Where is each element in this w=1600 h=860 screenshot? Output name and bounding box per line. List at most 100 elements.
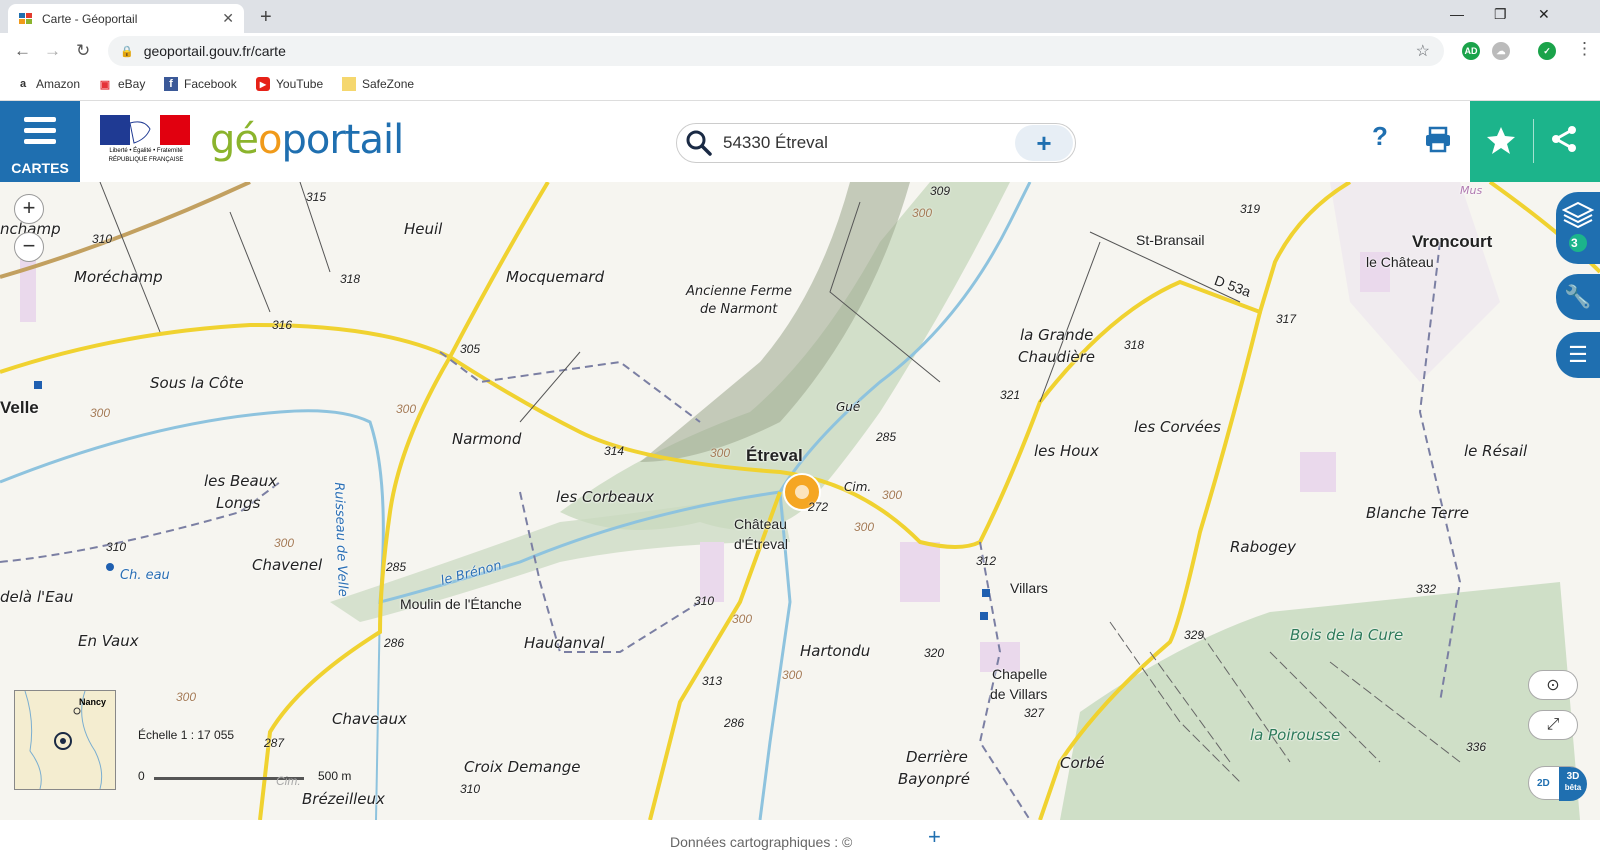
altitude-label: 314	[604, 444, 625, 458]
bookmark-ebay[interactable]: ▣ eBay	[98, 77, 146, 91]
star-icon[interactable]	[1486, 125, 1516, 155]
contour-label: 300	[274, 536, 295, 550]
attribution-expand-button[interactable]: +	[928, 824, 941, 850]
map-label: Longs	[216, 494, 261, 512]
tab-title: Carte - Géoportail	[42, 11, 138, 26]
map-label: Cim.	[844, 480, 872, 494]
2d-3d-toggle[interactable]: 2D 3D bêta	[1528, 766, 1587, 801]
search-add-button[interactable]: +	[1015, 125, 1073, 161]
map-label: Derrière	[906, 748, 968, 766]
zoom-in-button[interactable]: +	[14, 194, 44, 224]
reload-icon[interactable]: ↻	[76, 41, 90, 61]
bookmark-amazon[interactable]: a Amazon	[16, 77, 80, 91]
tab-close-icon[interactable]: ✕	[222, 10, 234, 27]
address-bar[interactable]: 🔒 geoportail.gouv.fr/carte ☆	[108, 36, 1444, 66]
minimize-button[interactable]: —	[1450, 6, 1464, 22]
bookmark-label: Amazon	[36, 77, 81, 91]
logo-part-portail: portail	[281, 117, 404, 163]
bookmark-label: YouTube	[276, 77, 324, 91]
scale-widget: Échelle 1 : 17 055 0 Cim. 500 m	[130, 722, 370, 792]
browser-tab[interactable]: Carte - Géoportail ✕	[8, 4, 244, 33]
forward-arrow-icon[interactable]: →	[44, 41, 61, 61]
restore-button[interactable]: ❐	[1494, 6, 1507, 23]
search-icon	[686, 130, 712, 156]
altitude-label: 305	[460, 342, 481, 356]
beta-label: bêta	[1564, 783, 1582, 792]
map-label: Bayonpré	[898, 770, 970, 788]
map-label: Mocquemard	[506, 268, 605, 286]
altitude-label: 315	[306, 190, 327, 204]
2d-button[interactable]: 2D	[1537, 778, 1550, 789]
map-footer: Données cartographiques : © +	[0, 820, 1600, 860]
altitude-label: 316	[272, 318, 293, 332]
altitude-label: 286	[384, 636, 405, 650]
bookmark-label: SafeZone	[362, 77, 415, 91]
new-tab-button[interactable]: +	[260, 6, 272, 29]
map-label: le Résail	[1464, 442, 1528, 460]
map-label: Moulin de l'Étanche	[400, 596, 522, 612]
zoom-out-button[interactable]: −	[14, 232, 44, 262]
tools-button[interactable]: 🔧	[1556, 274, 1600, 320]
shield-extension-icon[interactable]: ✓	[1538, 42, 1556, 60]
map-label: de Villars	[990, 686, 1048, 702]
layers-button[interactable]: 3	[1556, 192, 1600, 264]
lock-icon: 🔒	[120, 45, 134, 58]
contour-label: 300	[176, 690, 197, 704]
geolocate-button[interactable]: ⊙	[1528, 670, 1578, 700]
search-bar[interactable]: 54330 Étreval +	[676, 123, 1076, 163]
scale-overlap-label: Cim.	[276, 774, 301, 788]
map-label: Gué	[836, 400, 861, 414]
topographic-map[interactable]: Moréchamp nchamp Heuil Mocquemard Ancien…	[0, 182, 1600, 820]
legend-button[interactable]: ☰	[1556, 332, 1600, 378]
map-label: En Vaux	[78, 632, 139, 650]
map-label: Sous la Côte	[150, 374, 244, 392]
altitude-label: 317	[1276, 312, 1297, 326]
search-input[interactable]: 54330 Étreval	[723, 133, 1015, 153]
altitude-label: 272	[808, 500, 829, 514]
overview-minimap[interactable]: Nancy	[14, 690, 116, 790]
cartes-menu-button[interactable]: CARTES	[0, 101, 80, 182]
map-label: Blanche Terre	[1366, 504, 1470, 522]
url-text: geoportail.gouv.fr/carte	[143, 43, 286, 59]
layers-count-badge: 3	[1571, 236, 1578, 250]
map-label: Brézeilleux	[302, 790, 385, 808]
map-label: Château	[734, 516, 787, 532]
geoportail-header: CARTES Liberté • Égalité • Fraternité RÉ…	[0, 101, 1600, 182]
contour-label: 300	[396, 402, 417, 416]
contour-label: 300	[90, 406, 111, 420]
altitude-label: 320	[924, 646, 945, 660]
contour-label: 300	[710, 446, 731, 460]
browser-titlebar: Carte - Géoportail ✕ + — ❐ ✕	[0, 0, 1600, 33]
map-label: Vroncourt	[1412, 232, 1493, 251]
scale-end: 500 m	[318, 769, 352, 783]
map-label: les Beaux	[204, 472, 278, 490]
browser-toolbar: ← → ↻ 🔒 geoportail.gouv.fr/carte ☆ AD ☁ …	[0, 33, 1600, 69]
folder-icon	[342, 77, 356, 91]
bookmark-safezone[interactable]: SafeZone	[342, 77, 414, 91]
layers-icon	[1562, 201, 1594, 252]
contour-label: 300	[912, 206, 933, 220]
altitude-label: 332	[1416, 582, 1437, 596]
share-icon[interactable]	[1548, 123, 1580, 155]
help-button[interactable]: ?	[1372, 121, 1388, 152]
altitude-label: 309	[930, 184, 951, 198]
bookmark-label: eBay	[118, 77, 146, 91]
bookmark-facebook[interactable]: f Facebook	[164, 77, 237, 91]
cloud-extension-icon[interactable]: ☁	[1492, 42, 1510, 60]
back-arrow-icon[interactable]: ←	[14, 41, 31, 61]
browser-menu-icon[interactable]: ⋮	[1576, 39, 1593, 59]
altitude-label: 327	[1024, 706, 1045, 720]
print-icon[interactable]	[1424, 125, 1452, 153]
bookmark-star-icon[interactable]: ☆	[1416, 41, 1430, 61]
map-label: Ch. eau	[120, 568, 170, 583]
wrench-icon: 🔧	[1564, 284, 1592, 309]
altitude-label: 310	[694, 594, 715, 608]
locate-icon: ⊙	[1546, 677, 1560, 694]
geoportail-favicon-icon	[19, 12, 32, 24]
attribution-text: Données cartographiques : ©	[670, 834, 853, 850]
adblock-extension-icon[interactable]: AD	[1462, 42, 1480, 60]
fullscreen-button[interactable]: ⤢	[1528, 710, 1578, 740]
close-window-button[interactable]: ✕	[1538, 6, 1550, 23]
altitude-label: 312	[976, 554, 997, 568]
bookmark-youtube[interactable]: ▶ YouTube	[256, 77, 323, 91]
